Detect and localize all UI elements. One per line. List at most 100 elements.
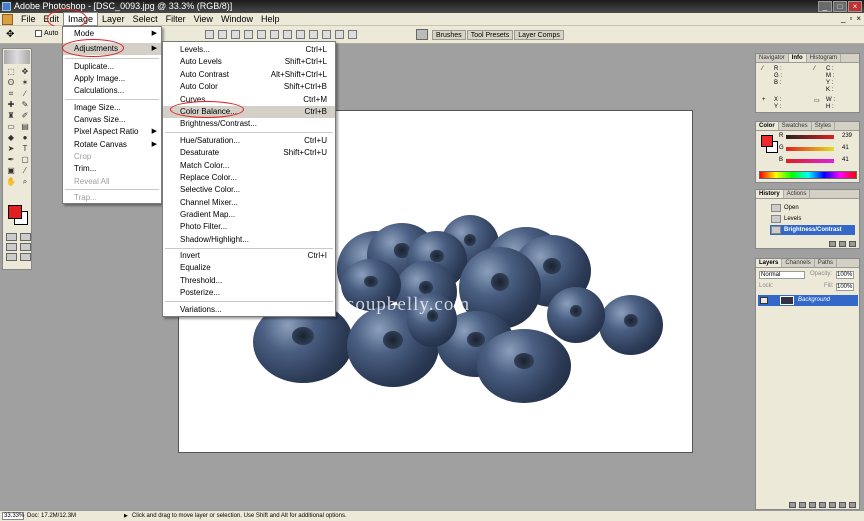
layer-mask-icon[interactable]: [809, 502, 816, 508]
adj-item-selective-color[interactable]: Selective Color...: [163, 184, 335, 196]
adj-item-auto-levels[interactable]: Auto Levels Shift+Ctrl+L: [163, 56, 335, 68]
magic-wand-tool-icon[interactable]: ✶: [19, 78, 31, 88]
trash-icon[interactable]: [849, 502, 856, 508]
tab-layers[interactable]: Layers: [756, 259, 783, 267]
close-icon[interactable]: ×: [848, 1, 862, 12]
tab-color[interactable]: Color: [756, 122, 779, 130]
adj-item-variations[interactable]: Variations...: [163, 304, 335, 316]
distribute-icon[interactable]: [322, 30, 331, 39]
tab-histogram[interactable]: Histogram: [807, 54, 842, 62]
layer-style-icon[interactable]: [799, 502, 806, 508]
color-value-r[interactable]: 239: [842, 133, 852, 139]
menu-image[interactable]: Image: [63, 12, 99, 26]
well-tab-layer-comps[interactable]: Layer Comps: [514, 30, 564, 40]
adj-item-threshold[interactable]: Threshold...: [163, 275, 335, 287]
quick-mask-mode-icon[interactable]: [20, 233, 31, 241]
pen-tool-icon[interactable]: ✒: [5, 155, 17, 165]
link-layers-icon[interactable]: [789, 502, 796, 508]
foreground-color-swatch[interactable]: [8, 205, 22, 219]
well-tab-brushes[interactable]: Brushes: [432, 30, 466, 40]
fullscreen-mode-icon[interactable]: [6, 253, 17, 261]
menu-file[interactable]: File: [17, 13, 40, 25]
distribute-icon[interactable]: [283, 30, 292, 39]
align-middle-icon[interactable]: [218, 30, 227, 39]
zoom-tool-icon[interactable]: ⌕: [19, 177, 31, 187]
layer-row-background[interactable]: Background: [758, 295, 858, 306]
tab-paths[interactable]: Paths: [815, 259, 838, 267]
adj-item-desaturate[interactable]: Desaturate Shift+Ctrl+U: [163, 147, 335, 159]
tab-history[interactable]: History: [756, 190, 784, 198]
shape-tool-icon[interactable]: ▢: [19, 155, 31, 165]
menu-filter[interactable]: Filter: [162, 13, 190, 25]
marquee-tool-icon[interactable]: ⬚: [5, 67, 17, 77]
history-brush-tool-icon[interactable]: ✐: [19, 111, 31, 121]
adj-item-color-balance[interactable]: Color Balance... Ctrl+B: [163, 106, 335, 118]
opacity-input[interactable]: 100%: [836, 271, 854, 279]
blue-slider[interactable]: [786, 159, 834, 163]
adj-item-shadow-highlight[interactable]: Shadow/Highlight...: [163, 234, 335, 246]
move-tool-icon[interactable]: ✥: [6, 29, 14, 40]
doc-close-icon[interactable]: ×: [856, 14, 861, 23]
notes-tool-icon[interactable]: ▣: [5, 166, 17, 176]
menu-help[interactable]: Help: [257, 13, 284, 25]
eye-icon[interactable]: [760, 297, 768, 304]
adj-item-match-color[interactable]: Match Color...: [163, 160, 335, 172]
image-menu-item-duplicate[interactable]: Duplicate...: [63, 61, 161, 73]
align-top-icon[interactable]: [205, 30, 214, 39]
color-value-g[interactable]: 41: [842, 145, 849, 151]
align-center-icon[interactable]: [257, 30, 266, 39]
align-right-icon[interactable]: [270, 30, 279, 39]
image-menu-item-trim[interactable]: Trim...: [63, 163, 161, 175]
tab-channels[interactable]: Channels: [782, 259, 815, 267]
menu-layer[interactable]: Layer: [98, 13, 129, 25]
distribute-icon[interactable]: [309, 30, 318, 39]
adj-item-auto-color[interactable]: Auto Color Shift+Ctrl+B: [163, 81, 335, 93]
image-menu-item-image-size[interactable]: Image Size...: [63, 102, 161, 114]
doc-restore-icon[interactable]: ▫: [849, 14, 852, 23]
app-menu-icon[interactable]: [2, 13, 13, 25]
color-panel-foreground-swatch[interactable]: [761, 135, 773, 147]
move-tool-icon[interactable]: ✥: [19, 67, 31, 77]
crop-tool-icon[interactable]: ⌗: [5, 89, 17, 99]
document-size-info[interactable]: Doc: 17.2M/12.3M: [27, 511, 76, 521]
healing-brush-tool-icon[interactable]: ✚: [5, 100, 17, 110]
adj-item-brightness-contrast[interactable]: Brightness/Contrast...: [163, 118, 335, 130]
adj-item-hue-saturation[interactable]: Hue/Saturation... Ctrl+U: [163, 135, 335, 147]
screen-mode-icon[interactable]: [6, 243, 17, 251]
image-menu-item-pixel-aspect-ratio[interactable]: Pixel Aspect Ratio ▶: [63, 126, 161, 138]
blur-tool-icon[interactable]: ◆: [5, 133, 17, 143]
fill-input[interactable]: 100%: [836, 283, 854, 291]
type-tool-icon[interactable]: T: [19, 144, 31, 154]
jump-to-imageready-icon[interactable]: [20, 253, 31, 261]
menu-view[interactable]: View: [190, 13, 217, 25]
fullscreen-menu-mode-icon[interactable]: [20, 243, 31, 251]
color-ramp[interactable]: [759, 171, 857, 179]
history-item-brightness-contrast[interactable]: Brightness/Contrast: [770, 225, 855, 235]
image-menu-item-canvas-size[interactable]: Canvas Size...: [63, 114, 161, 126]
well-tab-tool-presets[interactable]: Tool Presets: [466, 30, 514, 40]
adj-item-replace-color[interactable]: Replace Color...: [163, 172, 335, 184]
green-slider[interactable]: [786, 147, 834, 151]
tab-actions[interactable]: Actions: [784, 190, 811, 198]
trash-icon[interactable]: [849, 241, 856, 247]
adj-item-equalize[interactable]: Equalize: [163, 262, 335, 274]
align-left-icon[interactable]: [244, 30, 253, 39]
image-menu-item-mode[interactable]: Mode ▶: [63, 28, 161, 40]
tab-styles[interactable]: Styles: [812, 122, 836, 130]
tab-navigator[interactable]: Navigator: [756, 54, 789, 62]
adj-item-channel-mixer[interactable]: Channel Mixer...: [163, 197, 335, 209]
adj-item-photo-filter[interactable]: Photo Filter...: [163, 221, 335, 233]
eraser-tool-icon[interactable]: ▭: [5, 122, 17, 132]
history-item-levels[interactable]: Levels: [770, 214, 855, 224]
adj-item-gradient-map[interactable]: Gradient Map...: [163, 209, 335, 221]
image-menu-item-apply-image[interactable]: Apply Image...: [63, 73, 161, 85]
path-selection-tool-icon[interactable]: ➤: [5, 144, 17, 154]
adj-item-auto-contrast[interactable]: Auto Contrast Alt+Shift+Ctrl+L: [163, 69, 335, 81]
new-group-icon[interactable]: [829, 502, 836, 508]
tab-swatches[interactable]: Swatches: [779, 122, 812, 130]
clone-stamp-tool-icon[interactable]: ♜: [5, 111, 17, 121]
adj-item-invert[interactable]: Invert Ctrl+I: [163, 250, 335, 262]
new-snapshot-icon[interactable]: [839, 241, 846, 247]
brush-tool-icon[interactable]: ✎: [19, 100, 31, 110]
lasso-tool-icon[interactable]: ʘ: [5, 78, 17, 88]
